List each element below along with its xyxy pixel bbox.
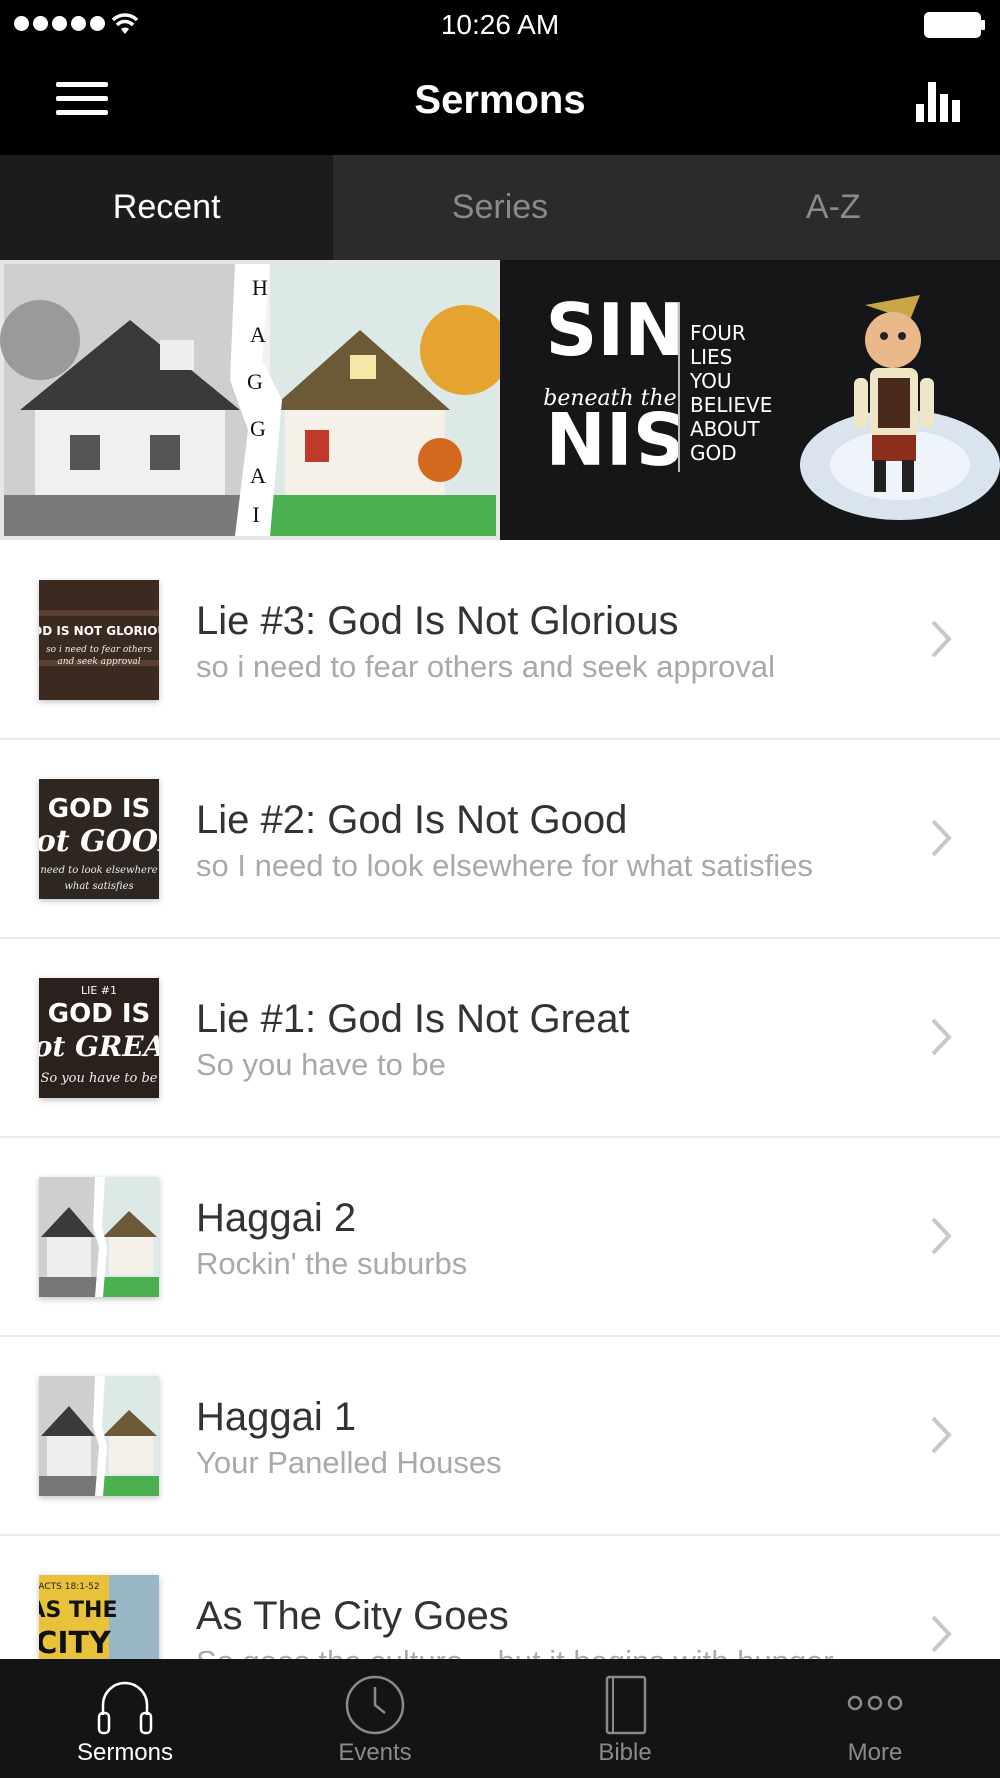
svg-text:LIE #1: LIE #1 (81, 984, 117, 997)
sermon-subtitle: so i need to fear others and seek approv… (196, 649, 776, 684)
list-item[interactable]: ACTS 18:1-52 AS THE CITY GOES As The Cit… (0, 1536, 1000, 1659)
tab-series[interactable]: Series (333, 155, 666, 260)
page-title: Sermons (414, 78, 586, 122)
svg-text:H: H (252, 275, 268, 300)
battery-icon (924, 12, 985, 38)
chevron-right-icon (931, 1615, 952, 1653)
svg-text:not GOOD: not GOOD (39, 824, 159, 859)
sermon-tabs: Recent Series A-Z (0, 155, 1000, 260)
bottom-tab-bar: Sermons Events Bible More (0, 1659, 1000, 1778)
svg-text:so i need to fear others: so i need to fear others (46, 645, 152, 655)
chevron-right-icon (931, 1217, 952, 1255)
svg-text:and seek approval: and seek approval (57, 657, 140, 667)
svg-text:G: G (250, 416, 266, 441)
svg-text:not GREAT: not GREAT (39, 1030, 159, 1063)
svg-text:G: G (247, 369, 263, 394)
svg-text:GOD IS: GOD IS (48, 794, 150, 824)
sermon-subtitle: So goes the culture... but it begins wit… (196, 1644, 834, 1659)
svg-text:YOU: YOU (689, 369, 732, 393)
svg-text:SIN: SIN (546, 288, 685, 372)
sermon-title: Lie #2: God Is Not Good (196, 798, 628, 842)
tab-a-z[interactable]: A-Z (667, 155, 1000, 260)
chevron-right-icon (931, 620, 952, 658)
svg-text:ABOUT: ABOUT (690, 417, 760, 441)
tabbar-label: Sermons (76, 1739, 174, 1766)
sermon-title: Lie #3: God Is Not Glorious (196, 599, 679, 643)
svg-text:CITY: CITY (39, 1626, 112, 1659)
sermon-subtitle: so I need to look elsewhere for what sat… (196, 848, 813, 883)
sermon-subtitle: Rockin' the suburbs (196, 1246, 468, 1281)
list-item[interactable]: GOD IS NOT GLORIOUS so i need to fear ot… (0, 541, 1000, 740)
svg-text:GOD IS: GOD IS (48, 999, 150, 1029)
headphones-icon (97, 1681, 153, 1735)
tabbar-events[interactable]: Events (250, 1659, 500, 1778)
sermon-thumbnail: LIE #1 GOD IS not GREAT So you have to b… (39, 978, 159, 1098)
svg-text:FOUR: FOUR (690, 321, 746, 345)
sermon-thumbnail: GOD IS NOT GLORIOUS so i need to fear ot… (39, 580, 159, 700)
nav-bar: Sermons (0, 50, 1000, 155)
more-dots-icon (847, 1695, 903, 1711)
sermon-thumbnail: GOD IS not GOOD need to look elsewhere w… (39, 779, 159, 899)
book-icon (605, 1675, 647, 1735)
list-item[interactable]: Haggai 1 Your Panelled Houses (0, 1337, 1000, 1536)
tabbar-bible[interactable]: Bible (500, 1659, 750, 1778)
tabbar-label: Events (338, 1739, 412, 1766)
sermon-title: Haggai 2 (196, 1196, 357, 1240)
svg-text:need to look elsewhere: need to look elsewhere (40, 865, 157, 876)
clock-icon (345, 1675, 405, 1735)
sermon-thumbnail (39, 1376, 159, 1496)
list-item[interactable]: Haggai 2 Rockin' the suburbs (0, 1138, 1000, 1337)
tabbar-more[interactable]: More (750, 1659, 1000, 1778)
status-time: 10:26 AM (440, 9, 560, 40)
svg-text:BELIEVE: BELIEVE (690, 393, 772, 417)
sermon-list: GOD IS NOT GLORIOUS so i need to fear ot… (0, 541, 1000, 1659)
tabbar-sermons[interactable]: Sermons (0, 1659, 250, 1778)
list-item[interactable]: LIE #1 GOD IS not GREAT So you have to b… (0, 939, 1000, 1138)
bar-chart-icon[interactable] (914, 78, 962, 124)
svg-text:I: I (252, 502, 259, 527)
tab-recent[interactable]: Recent (0, 155, 334, 260)
chevron-right-icon (931, 1018, 952, 1056)
tabbar-label: More (847, 1739, 903, 1766)
chevron-right-icon (931, 819, 952, 857)
sermon-thumbnail: ACTS 18:1-52 AS THE CITY GOES (39, 1575, 159, 1659)
sermon-title: As The City Goes (196, 1594, 509, 1638)
sermon-title: Haggai 1 (196, 1395, 357, 1439)
svg-text:GOD: GOD (690, 441, 737, 465)
svg-text:A: A (250, 463, 266, 488)
svg-text:SIN: SIN (546, 395, 685, 479)
svg-text:GOD IS NOT GLORIOUS: GOD IS NOT GLORIOUS (39, 624, 159, 638)
svg-text:what satisfies: what satisfies (64, 881, 133, 892)
status-bar: 10:26 AM (0, 0, 1000, 50)
svg-text:So you have to be: So you have to be (40, 1071, 157, 1086)
sermon-subtitle: So you have to be (196, 1047, 446, 1082)
featured-sin-beneath-the-sin-banner[interactable]: SIN beneath the SIN FOUR LIES YOU BELIEV… (500, 260, 1000, 540)
svg-text:LIES: LIES (690, 345, 732, 369)
sermon-title: Lie #1: God Is Not Great (196, 997, 630, 1041)
tabbar-label: Bible (598, 1739, 652, 1766)
sermon-subtitle: Your Panelled Houses (196, 1445, 502, 1480)
featured-series: H A G G A I SIN beneath the SIN FOUR LIE… (0, 260, 1000, 540)
svg-text:A: A (250, 322, 266, 347)
list-item[interactable]: GOD IS not GOOD need to look elsewhere w… (0, 740, 1000, 939)
svg-text:AS THE: AS THE (39, 1598, 117, 1623)
svg-text:ACTS 18:1-52: ACTS 18:1-52 (39, 1582, 100, 1592)
chevron-right-icon (931, 1416, 952, 1454)
featured-haggai-banner[interactable]: H A G G A I (0, 260, 500, 540)
sermon-thumbnail (39, 1177, 159, 1297)
